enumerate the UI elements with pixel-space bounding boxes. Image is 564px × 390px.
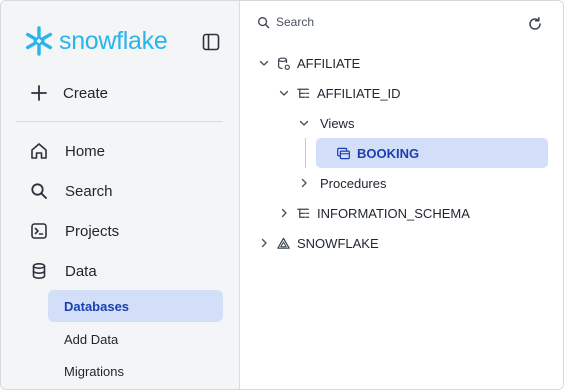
create-button[interactable]: Create (29, 83, 108, 103)
projects-icon (31, 223, 47, 239)
chevron-right-icon[interactable] (297, 176, 311, 190)
nav-sub-item-add-data[interactable]: Add Data (48, 323, 223, 355)
tree-node-label: Procedures (320, 175, 387, 191)
object-explorer: Search AFFILIATE AFFILIATE_ID Views BOOK… (241, 1, 563, 389)
nav-item-label: Data (65, 262, 97, 280)
chevron-down-icon[interactable] (257, 56, 271, 70)
snowflake-logo[interactable]: snowflake (23, 25, 168, 57)
search-input[interactable]: Search (257, 15, 314, 29)
sidebar-toggle-button[interactable] (201, 32, 221, 52)
view-icon (335, 145, 351, 161)
search-placeholder: Search (276, 15, 315, 29)
nav-item-data[interactable]: Data (29, 261, 97, 281)
tree-node-affiliate[interactable]: AFFILIATE (257, 52, 360, 74)
nav-item-home[interactable]: Home (29, 141, 105, 161)
nav-sub-item-migrations[interactable]: Migrations (48, 355, 223, 387)
tree-node-booking[interactable]: BOOKING (331, 142, 419, 164)
chevron-down-icon[interactable] (277, 86, 291, 100)
create-label: Create (63, 84, 109, 102)
tree-node-snowflake[interactable]: SNOWFLAKE (257, 232, 379, 254)
database-share-icon (275, 55, 291, 71)
sidebar-toggle-icon (202, 33, 220, 51)
database-icon (32, 262, 46, 280)
tree-node-views[interactable]: Views (297, 112, 354, 134)
schema-icon (295, 85, 311, 101)
tree-node-label: Views (320, 115, 355, 131)
schema-icon (295, 205, 311, 221)
tree-node-label: INFORMATION_SCHEMA (317, 205, 470, 221)
nav-sub-item-databases[interactable]: Databases (48, 290, 223, 322)
nav-item-label: Home (65, 142, 106, 160)
tree-node-affiliate-id[interactable]: AFFILIATE_ID (277, 82, 401, 104)
tree-node-label: BOOKING (357, 145, 420, 161)
nav-item-projects[interactable]: Projects (29, 221, 119, 241)
tree-node-procedures[interactable]: Procedures (297, 172, 386, 194)
nav-item-label: Projects (65, 222, 120, 240)
snowflake-logo-icon (25, 26, 52, 56)
tree-node-label: SNOWFLAKE (297, 235, 379, 251)
chevron-down-icon[interactable] (297, 116, 311, 130)
search-icon (258, 16, 270, 28)
nav-item-label: Search (65, 182, 113, 200)
tree-guide-line (305, 138, 306, 168)
tree-node-label: AFFILIATE (297, 55, 361, 71)
refresh-icon (529, 16, 541, 30)
plus-icon (31, 85, 47, 101)
logo-text: snowflake (59, 26, 168, 55)
tree-node-information-schema[interactable]: INFORMATION_SCHEMA (277, 202, 470, 224)
chevron-right-icon[interactable] (257, 236, 271, 250)
tree-node-label: AFFILIATE_ID (317, 85, 401, 101)
shared-database-icon (275, 235, 291, 251)
home-icon (31, 143, 47, 159)
nav-item-search[interactable]: Search (29, 181, 113, 201)
refresh-button[interactable] (527, 16, 543, 32)
sidebar-divider (16, 121, 223, 122)
chevron-right-icon[interactable] (277, 206, 291, 220)
app-window: snowflake Create Home Search Projects Da… (0, 0, 564, 390)
search-icon (31, 183, 47, 199)
sidebar: snowflake Create Home Search Projects Da… (1, 1, 240, 389)
